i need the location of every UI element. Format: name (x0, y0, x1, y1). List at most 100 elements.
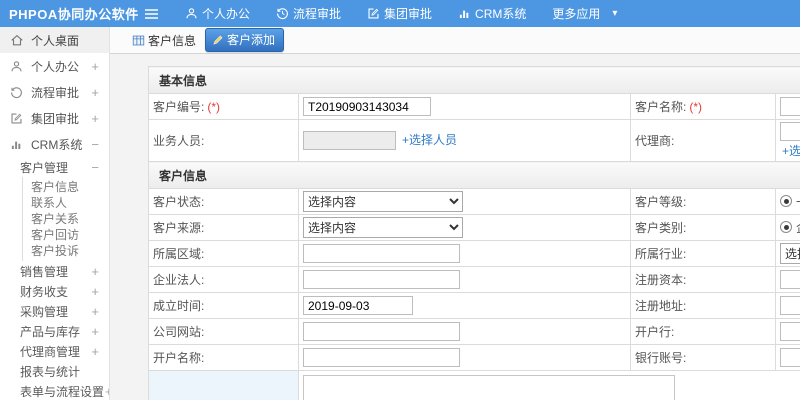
pencil-icon (212, 34, 224, 46)
sidebar-item-customer-complaint[interactable]: 客户投诉 (23, 243, 109, 259)
capital-input[interactable] (780, 270, 800, 289)
bank-input[interactable] (780, 322, 800, 341)
expand-plus-icon[interactable]: + (91, 284, 99, 299)
bank-account-input[interactable] (780, 348, 800, 367)
table-row: 公司网站: 开户行: (148, 318, 800, 345)
app-logo: PHPOA协同办公软件 (9, 7, 139, 22)
table-row: 成立时间: 注册地址: (148, 292, 800, 319)
expand-plus-icon[interactable]: + (91, 111, 99, 126)
topnav-crm[interactable]: CRM系统 (458, 5, 526, 22)
field-cell (298, 93, 631, 120)
sidebar: 个人桌面 个人办公 + 流程审批 + 集团审批 + CRM系统 − 客户管理 −… (0, 27, 110, 400)
sidebar-item-sales-mgmt[interactable]: 销售管理 + (0, 261, 109, 281)
sidebar-item-personal-office[interactable]: 个人办公 + (0, 53, 109, 79)
region-input[interactable] (303, 244, 460, 263)
grade-radio[interactable]: 一星 (780, 193, 800, 210)
menu-toggle-icon[interactable] (144, 8, 159, 20)
field-cell (298, 240, 631, 267)
customer-no-input[interactable] (303, 97, 431, 116)
top-navigation: 个人办公 流程审批 集团审批 CRM系统 更多应用 ▾ (159, 5, 617, 22)
table-icon (132, 34, 145, 47)
website-input[interactable] (303, 322, 460, 341)
field-cell: 选择内容 (298, 214, 631, 241)
field-cell (298, 344, 631, 371)
expand-plus-icon[interactable]: + (91, 85, 99, 100)
customer-name-input[interactable] (780, 97, 800, 116)
collapse-minus-icon[interactable]: − (91, 137, 99, 152)
sidebar-item-purchase-mgmt[interactable]: 采购管理 + (0, 301, 109, 321)
user-icon (185, 7, 198, 20)
industry-select[interactable]: 选择内容 (780, 243, 800, 264)
salesman-input[interactable] (303, 131, 396, 151)
expand-plus-icon[interactable]: + (91, 324, 99, 339)
expand-plus-icon[interactable]: + (91, 264, 99, 279)
account-name-input[interactable] (303, 348, 460, 367)
topnav-label: 更多应用 (552, 7, 601, 21)
topnav-flow-approval[interactable]: 流程审批 (276, 5, 341, 22)
field-label-bank-account: 银行账号: (630, 344, 776, 371)
table-row: 业务人员: +选择人员 代理商: +选择代理商 (148, 119, 800, 162)
sidebar-item-customer-relation[interactable]: 客户关系 (23, 211, 109, 227)
legal-person-input[interactable] (303, 270, 460, 289)
home-icon (9, 33, 24, 47)
sidebar-item-label: 个人办公 (31, 59, 80, 74)
expand-plus-icon[interactable]: + (91, 344, 99, 359)
edit-square-icon (367, 7, 380, 20)
field-cell: 企业 (774, 214, 800, 241)
sidebar-item-label: 流程审批 (31, 85, 80, 100)
field-label-category: 客户类别: (630, 214, 776, 241)
reg-address-input[interactable] (780, 296, 800, 315)
sidebar-item-desktop[interactable]: 个人桌面 (0, 27, 109, 53)
expand-plus-icon[interactable]: + (91, 59, 99, 74)
field-label-salesman: 业务人员: (148, 119, 299, 162)
category-radio[interactable]: 企业 (780, 219, 800, 236)
sidebar-item-group-approval[interactable]: 集团审批 + (0, 105, 109, 131)
field-label-customer-name: 客户名称: (*) (630, 93, 776, 120)
field-label-legal-person: 企业法人: (148, 266, 299, 293)
sidebar-item-flow-approval[interactable]: 流程审批 + (0, 79, 109, 105)
main-area: 客户信息 客户添加 基本信息 客户编号: (*) T20190903143034… (110, 27, 800, 400)
agent-input[interactable] (780, 122, 800, 141)
topnav-label: CRM系统 (475, 7, 527, 21)
topnav-more-apps[interactable]: 更多应用 ▾ (552, 5, 617, 22)
source-select[interactable]: 选择内容 (303, 217, 463, 238)
sidebar-item-contacts[interactable]: 联系人 (23, 195, 109, 211)
field-label-bank: 开户行: (630, 318, 776, 345)
sidebar-item-label: 个人桌面 (31, 33, 80, 48)
table-row: 企业法人: 注册资本: (148, 266, 800, 293)
sidebar-item-customer-info[interactable]: 客户信息 (23, 179, 109, 195)
bar-chart-icon (9, 138, 24, 151)
expand-plus-icon[interactable]: + (91, 304, 99, 319)
sidebar-item-label: 产品与库存 (20, 324, 81, 339)
sidebar-item-product-stock[interactable]: 产品与库存 + (0, 321, 109, 341)
sidebar-item-crm[interactable]: CRM系统 − (0, 131, 109, 157)
select-salesman-link[interactable]: +选择人员 (402, 133, 457, 147)
sidebar-item-label: 报表与统计 (20, 364, 81, 379)
sidebar-item-form-flow-settings[interactable]: 表单与流程设置 + (0, 381, 109, 400)
sidebar-item-agent-mgmt[interactable]: 代理商管理 + (0, 341, 109, 361)
table-row: 所属区域: 所属行业: 选择内容 (148, 240, 800, 267)
sidebar-item-label: 客户管理 (20, 160, 69, 175)
tab-customer-add[interactable]: 客户添加 (205, 28, 285, 52)
status-select[interactable]: 选择内容 (303, 191, 463, 212)
select-agent-link[interactable]: +选择代理商 (782, 142, 800, 159)
topnav-personal-office[interactable]: 个人办公 (185, 5, 250, 22)
sidebar-item-label: 表单与流程设置 (20, 384, 105, 399)
field-label-remark (148, 370, 299, 400)
sidebar-item-customer-visit[interactable]: 客户回访 (23, 227, 109, 243)
sidebar-item-report-stats[interactable]: 报表与统计 (0, 361, 109, 381)
tab-customer-info[interactable]: 客户信息 (127, 30, 201, 51)
topnav-label: 集团审批 (384, 7, 433, 21)
field-label-industry: 所属行业: (630, 240, 776, 267)
sidebar-item-customer-mgmt[interactable]: 客户管理 − (0, 157, 109, 177)
field-label-website: 公司网站: (148, 318, 299, 345)
table-row: 客户状态: 选择内容 客户等级: 一星 (148, 188, 800, 215)
topnav-group-approval[interactable]: 集团审批 (367, 5, 432, 22)
founded-date-input[interactable] (303, 296, 413, 315)
sidebar-item-label: CRM系统 (31, 137, 83, 152)
remark-textarea[interactable] (303, 375, 675, 400)
required-mark: (*) (207, 100, 221, 114)
collapse-minus-icon[interactable]: − (91, 160, 99, 175)
sidebar-item-finance[interactable]: 财务收支 + (0, 281, 109, 301)
field-label-account-name: 开户名称: (148, 344, 299, 371)
